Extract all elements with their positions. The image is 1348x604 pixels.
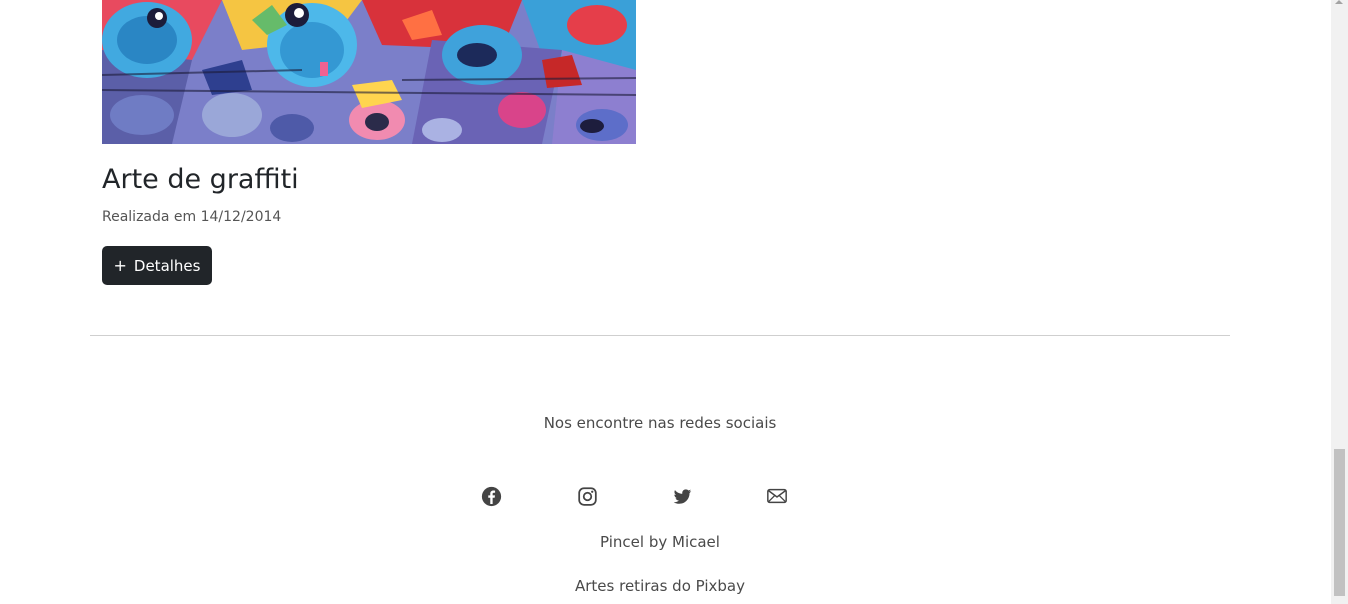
scrollbar-thumb[interactable] bbox=[1334, 449, 1345, 596]
twitter-icon[interactable] bbox=[670, 484, 694, 508]
page: Arte de graffiti Realizada em 14/12/2014… bbox=[0, 0, 1348, 604]
artwork-image bbox=[102, 0, 636, 144]
artwork-title: Arte de graffiti bbox=[102, 164, 299, 195]
instagram-icon[interactable] bbox=[575, 484, 599, 508]
scroll-up-arrow-icon[interactable] bbox=[1335, 0, 1343, 4]
details-button[interactable]: + Detalhes bbox=[102, 246, 212, 285]
section-divider bbox=[90, 335, 1230, 336]
facebook-icon[interactable] bbox=[479, 484, 503, 508]
footer-credit: Pincel by Micael bbox=[600, 533, 720, 551]
plus-icon: + bbox=[113, 255, 127, 275]
footer-heading: Nos encontre nas redes sociais bbox=[543, 414, 777, 432]
details-button-label: Detalhes bbox=[133, 256, 201, 275]
artwork-date: Realizada em 14/12/2014 bbox=[102, 209, 282, 225]
vertical-scrollbar[interactable] bbox=[1331, 0, 1348, 604]
envelope-icon[interactable] bbox=[765, 484, 789, 508]
footer-source: Artes retiras do Pixbay bbox=[575, 577, 745, 595]
